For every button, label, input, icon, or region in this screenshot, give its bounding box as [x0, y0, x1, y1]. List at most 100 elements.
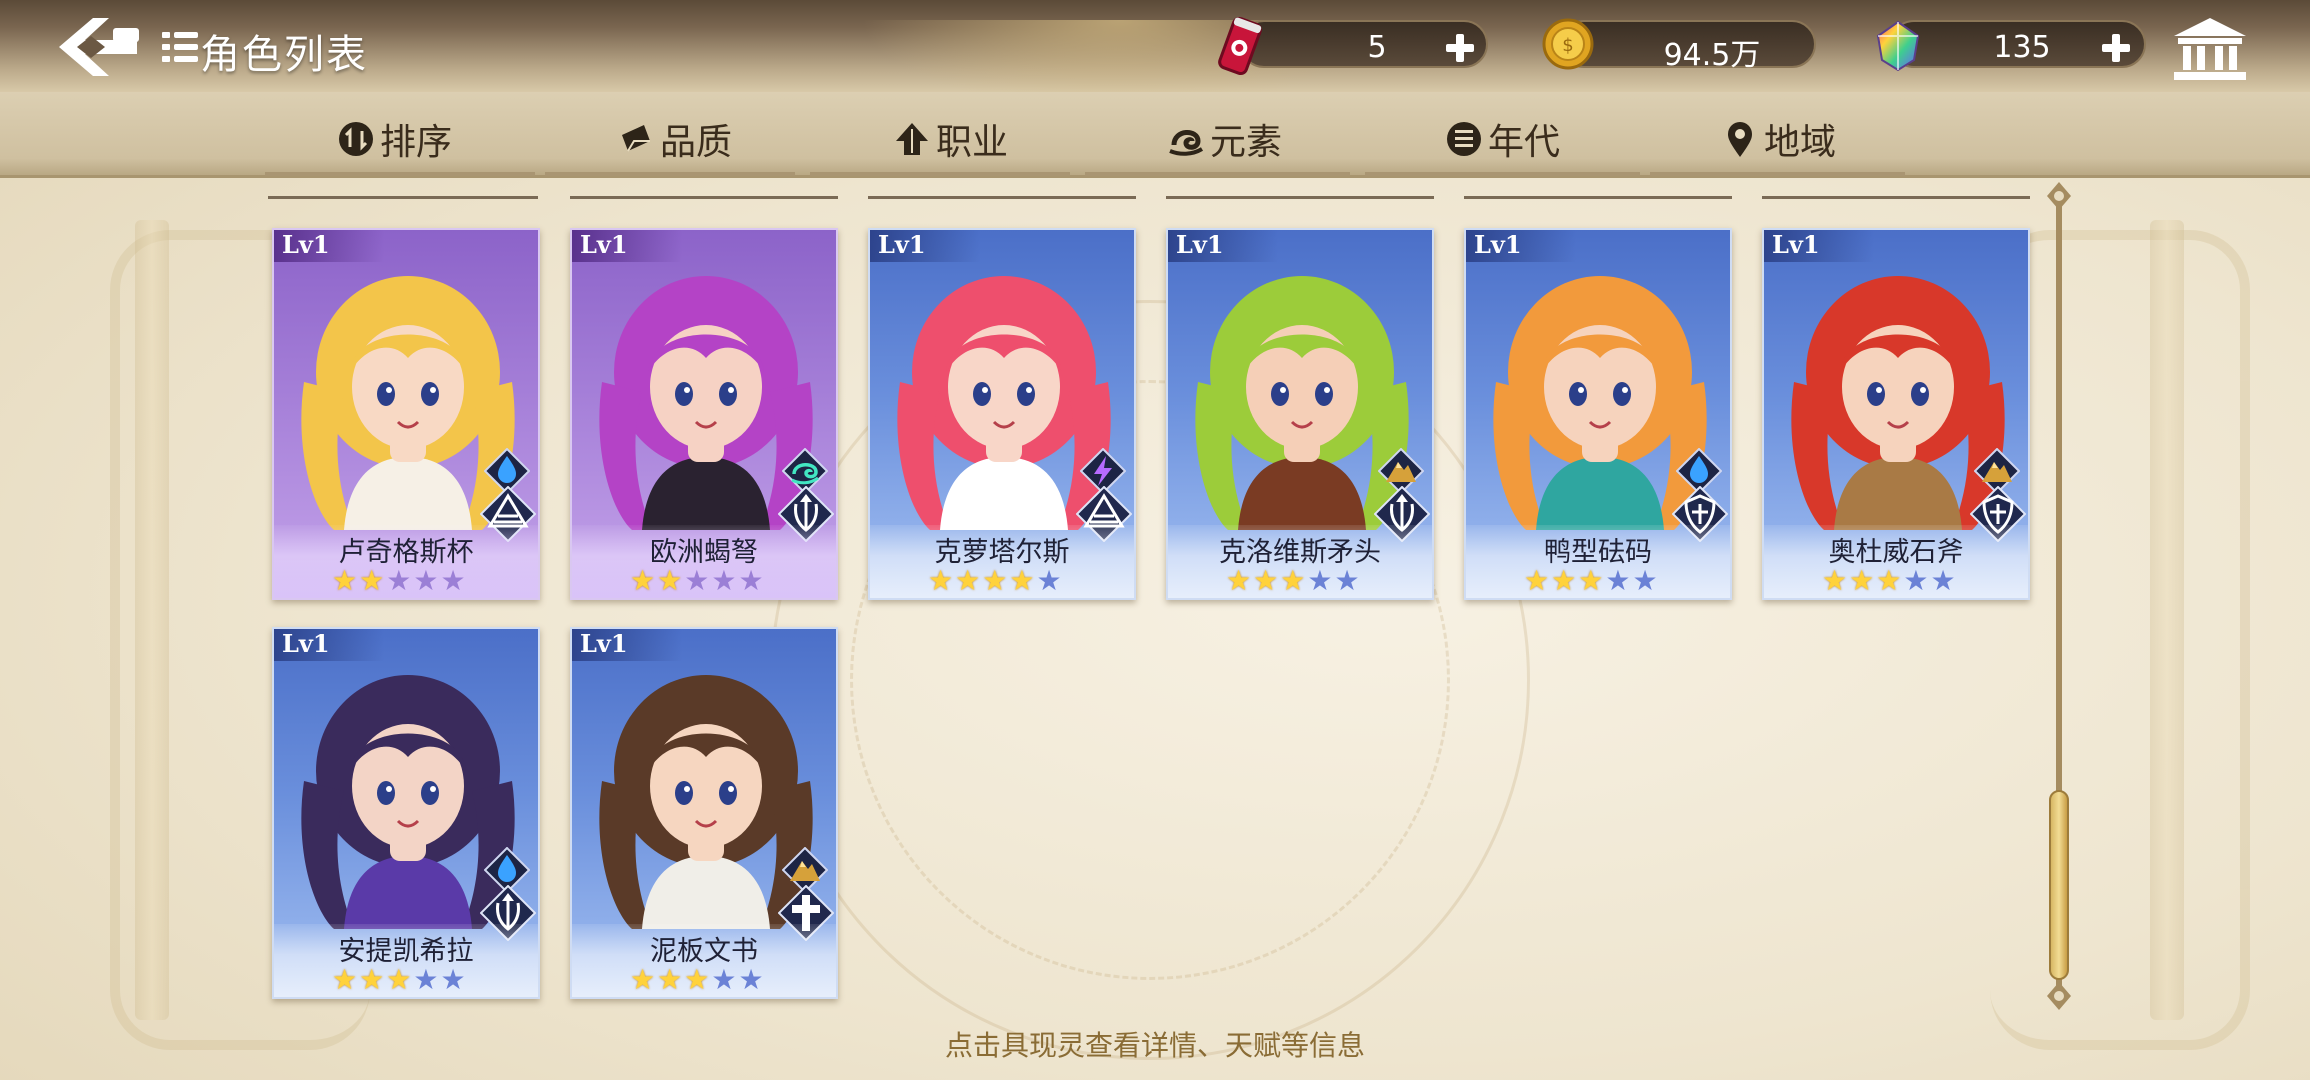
star-filled-icon: ★	[684, 963, 710, 996]
level-tag: Lv1	[274, 629, 384, 661]
star-filled-icon: ★	[657, 963, 683, 996]
star-empty-icon: ★	[1334, 564, 1360, 597]
gold-value: 94.5万	[1663, 38, 1761, 73]
region-location-icon	[1728, 122, 1752, 157]
star-empty-icon: ★	[738, 564, 764, 597]
level-label: Lv1	[1176, 230, 1224, 259]
star-rating: ★ ★ ★ ★ ★	[332, 566, 466, 596]
hint-text: 点击具现灵查看详情、天赋等信息	[944, 1029, 1365, 1062]
filter-tab-era-label: 年代	[1488, 122, 1561, 163]
filter-tab-quality[interactable]: 品质	[616, 114, 732, 164]
background-pillar-left	[135, 220, 169, 1020]
character-card[interactable]: Lv1 安提凯希拉 ★ ★ ★ ★ ★	[272, 627, 540, 999]
filter-tab-job[interactable]: 职业	[892, 114, 1008, 164]
energy-add-button[interactable]	[1440, 28, 1480, 68]
star-filled-icon: ★	[657, 564, 683, 597]
filter-tab-region-label: 地域	[1764, 122, 1837, 163]
character-card[interactable]: Lv1 欧洲蝎弩 ★ ★ ★ ★ ★	[570, 228, 838, 600]
museum-icon	[2174, 18, 2246, 80]
filter-underline	[1365, 172, 1640, 176]
gold-resource-counter: 94.5万	[1560, 20, 1816, 73]
level-label: Lv1	[580, 230, 628, 259]
star-empty-icon: ★	[1036, 564, 1062, 597]
star-filled-icon: ★	[630, 564, 656, 597]
star-rating: ★ ★ ★ ★ ★	[1226, 566, 1360, 596]
character-card[interactable]: Lv1 卢奇格斯杯 ★ ★ ★ ★ ★	[272, 228, 540, 600]
star-rating: ★ ★ ★ ★ ★	[630, 965, 764, 995]
character-card[interactable]: Lv1 鸭型砝码 ★ ★ ★ ★ ★	[1464, 228, 1732, 600]
star-filled-icon: ★	[1009, 564, 1035, 597]
gem-resource-counter: 135	[1890, 20, 2146, 68]
star-empty-icon: ★	[711, 564, 737, 597]
star-empty-icon: ★	[1605, 564, 1631, 597]
level-tag: Lv1	[572, 629, 682, 661]
filter-tab-element-label: 元素	[1210, 122, 1283, 163]
filter-tab-sort[interactable]: 排序	[336, 114, 452, 164]
star-empty-icon: ★	[440, 564, 466, 597]
star-filled-icon: ★	[1253, 564, 1279, 597]
star-rating: ★ ★ ★ ★ ★	[928, 566, 1062, 596]
star-empty-icon: ★	[386, 564, 412, 597]
gem-value: 135	[1993, 30, 2051, 65]
level-tag: Lv1	[274, 230, 384, 262]
star-filled-icon: ★	[1280, 564, 1306, 597]
list-icon	[162, 30, 198, 64]
level-label: Lv1	[282, 230, 330, 259]
back-arrow-icon	[59, 18, 139, 76]
level-label: Lv1	[1474, 230, 1522, 259]
star-filled-icon: ★	[1226, 564, 1252, 597]
star-empty-icon: ★	[413, 963, 439, 996]
character-card[interactable]: Lv1 泥板文书 ★ ★ ★ ★ ★	[570, 627, 838, 999]
star-filled-icon: ★	[332, 963, 358, 996]
scroll-top-cap-icon	[2047, 182, 2071, 210]
grid-column-divider	[268, 196, 538, 199]
star-empty-icon: ★	[1903, 564, 1929, 597]
character-card[interactable]: Lv1 奥杜威石斧 ★ ★ ★ ★ ★	[1762, 228, 2030, 600]
scrollbar-thumb[interactable]	[2049, 790, 2069, 980]
top-bar: 角色列表 5 94.5万 $ 135	[0, 0, 2310, 110]
star-rating: ★ ★ ★ ★ ★	[1822, 566, 1956, 596]
character-card[interactable]: Lv1 克洛维斯矛头 ★ ★ ★ ★ ★	[1166, 228, 1434, 600]
level-label: Lv1	[1772, 230, 1820, 259]
star-filled-icon: ★	[1876, 564, 1902, 597]
gem-add-button[interactable]	[2096, 28, 2136, 68]
filter-tab-region[interactable]: 地域	[1720, 114, 1836, 164]
back-button[interactable]	[55, 14, 145, 80]
star-rating: ★ ★ ★ ★ ★	[630, 566, 764, 596]
star-filled-icon: ★	[1849, 564, 1875, 597]
level-tag: Lv1	[1466, 230, 1576, 262]
star-filled-icon: ★	[1551, 564, 1577, 597]
page-title: 角色列表	[200, 32, 368, 78]
star-filled-icon: ★	[386, 963, 412, 996]
background-pillar-right	[2150, 220, 2184, 1020]
gold-coin-icon: $	[1542, 18, 1594, 70]
filter-underline	[810, 172, 1070, 176]
museum-button[interactable]	[2170, 14, 2250, 84]
filter-tab-era[interactable]: 年代	[1444, 114, 1560, 164]
level-label: Lv1	[878, 230, 926, 259]
star-filled-icon: ★	[359, 564, 385, 597]
filter-underline	[1085, 172, 1350, 176]
filter-tab-element[interactable]: 元素	[1166, 114, 1282, 164]
era-icon	[1447, 122, 1481, 156]
star-empty-icon: ★	[440, 963, 466, 996]
job-icon	[896, 123, 928, 155]
grid-column-divider	[570, 196, 838, 199]
grid-column-divider	[1166, 196, 1434, 199]
star-filled-icon: ★	[1822, 564, 1848, 597]
character-card[interactable]: Lv1 克萝塔尔斯 ★ ★ ★ ★ ★	[868, 228, 1136, 600]
star-empty-icon: ★	[711, 963, 737, 996]
level-tag: Lv1	[870, 230, 980, 262]
energy-resource-counter: 5	[1240, 20, 1488, 68]
filter-underline	[265, 172, 535, 176]
rainbow-gem-icon	[1876, 20, 1920, 72]
star-empty-icon: ★	[1930, 564, 1956, 597]
star-empty-icon: ★	[738, 963, 764, 996]
grid-column-divider	[1762, 196, 2030, 199]
star-filled-icon: ★	[630, 963, 656, 996]
star-filled-icon: ★	[928, 564, 954, 597]
star-empty-icon: ★	[1307, 564, 1333, 597]
filter-tab-quality-label: 品质	[660, 122, 733, 163]
scroll-bottom-cap-icon	[2047, 982, 2071, 1010]
quality-icon	[622, 125, 650, 152]
